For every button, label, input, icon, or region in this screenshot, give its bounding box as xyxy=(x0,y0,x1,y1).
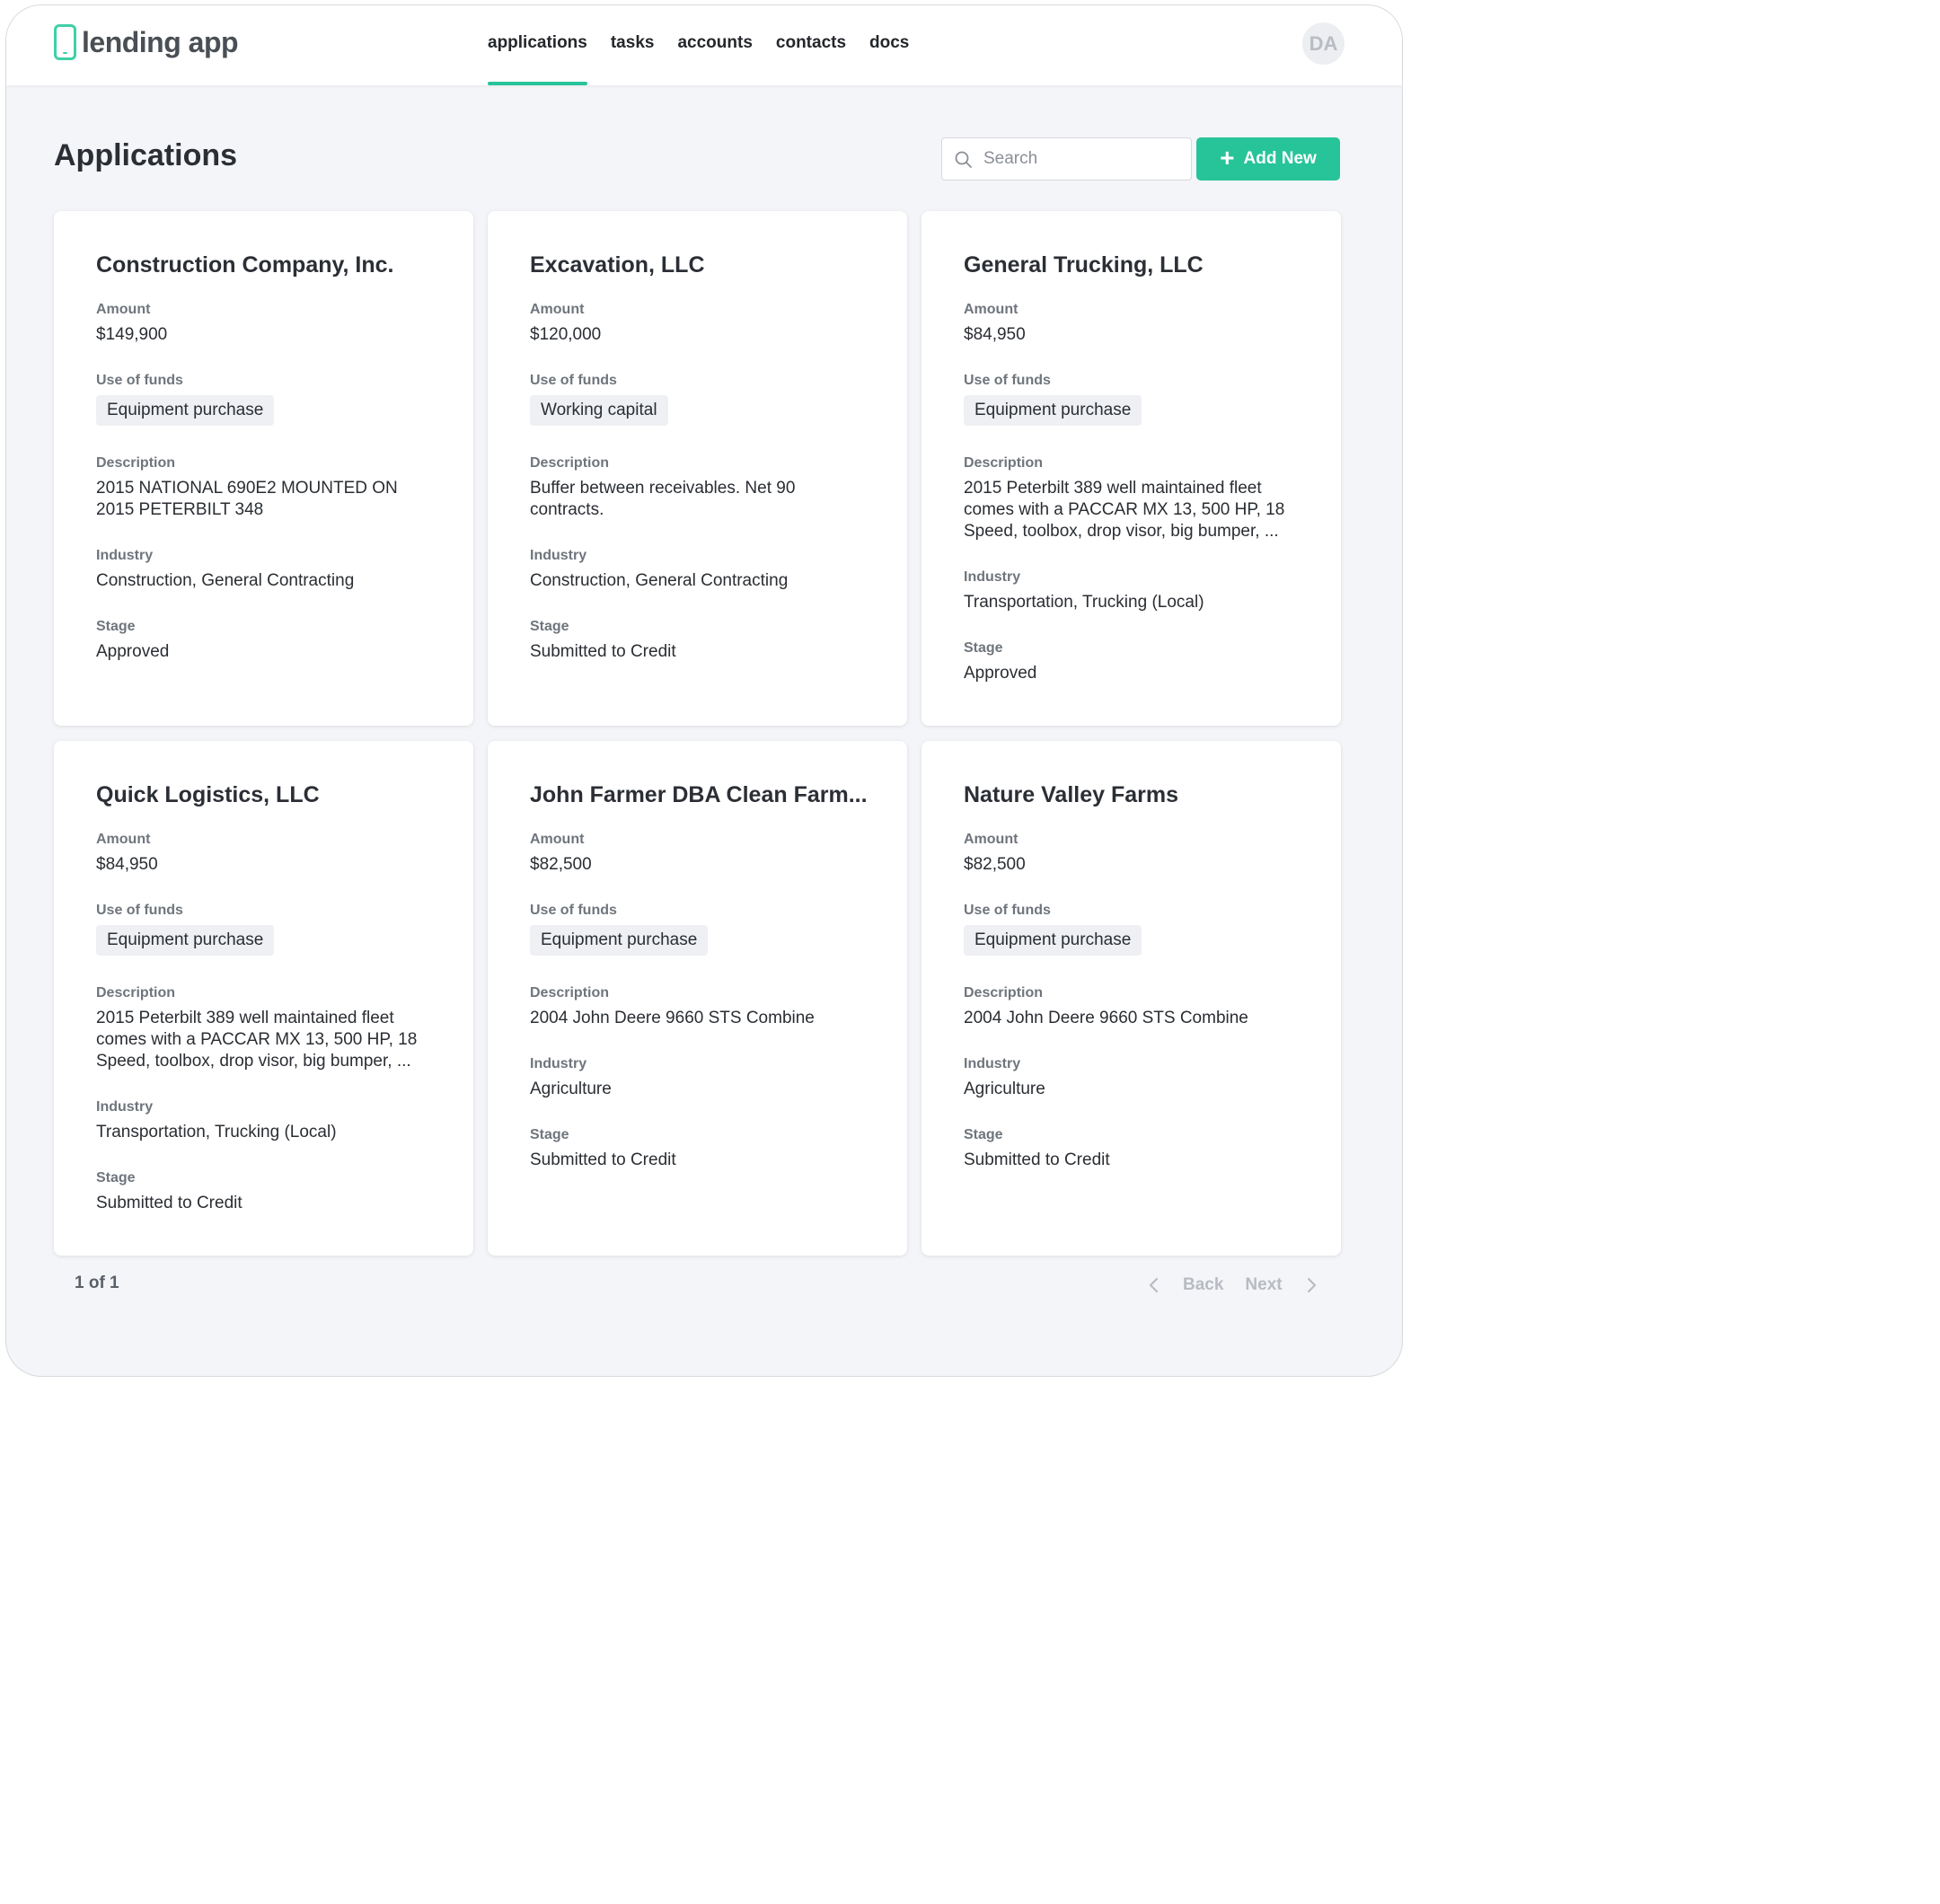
stage-label: Stage xyxy=(964,640,1003,656)
amount-value: $82,500 xyxy=(530,855,592,874)
phone-logo-icon xyxy=(54,24,76,60)
stage-value: Submitted to Credit xyxy=(964,1150,1110,1169)
industry-value: Agriculture xyxy=(964,1080,1045,1098)
company-name: Construction Company, Inc. xyxy=(96,252,394,278)
stage-label: Stage xyxy=(530,1127,569,1142)
stage-value: Submitted to Credit xyxy=(530,1150,676,1169)
amount-label: Amount xyxy=(530,302,585,317)
chevron-right-icon[interactable] xyxy=(1302,1276,1320,1294)
description-label: Description xyxy=(96,455,176,471)
description-value: 2015 Peterbilt 389 well maintained fleet… xyxy=(96,1009,418,1071)
main-nav: applications tasks accounts contacts doc… xyxy=(488,5,932,85)
use-of-funds-tag: Working capital xyxy=(530,395,668,426)
use-of-funds-label: Use of funds xyxy=(96,903,183,918)
search-box[interactable] xyxy=(941,137,1192,181)
industry-label: Industry xyxy=(96,548,154,563)
amount-label: Amount xyxy=(964,302,1018,317)
industry-value: Transportation, Trucking (Local) xyxy=(964,593,1204,612)
use-of-funds-tag: Equipment purchase xyxy=(964,925,1142,956)
amount-value: $84,950 xyxy=(964,325,1026,344)
app-window: lending app applications tasks accounts … xyxy=(5,4,1403,1377)
description-label: Description xyxy=(530,985,610,1000)
company-name: Nature Valley Farms xyxy=(964,782,1179,807)
nav-tab-accounts[interactable]: accounts xyxy=(677,5,752,85)
use-of-funds-label: Use of funds xyxy=(964,373,1051,388)
description-label: Description xyxy=(530,455,610,471)
amount-label: Amount xyxy=(96,832,151,847)
industry-label: Industry xyxy=(96,1099,154,1115)
nav-tab-applications[interactable]: applications xyxy=(488,5,587,85)
industry-label: Industry xyxy=(964,569,1021,585)
stage-label: Stage xyxy=(530,619,569,634)
industry-value: Agriculture xyxy=(530,1080,612,1098)
application-card[interactable]: Excavation, LLC Amount $120,000 Use of f… xyxy=(488,211,907,726)
application-card[interactable]: Quick Logistics, LLC Amount $84,950 Use … xyxy=(54,741,473,1256)
logo[interactable]: lending app xyxy=(54,23,239,61)
description-value: 2004 John Deere 9660 STS Combine xyxy=(964,1009,1248,1027)
description-value: Buffer between receivables. Net 90 contr… xyxy=(530,479,796,519)
stage-label: Stage xyxy=(96,1170,136,1186)
description-label: Description xyxy=(96,985,176,1000)
application-card[interactable]: Construction Company, Inc. Amount $149,9… xyxy=(54,211,473,726)
description-label: Description xyxy=(964,455,1044,471)
company-name: Excavation, LLC xyxy=(530,252,705,278)
stage-label: Stage xyxy=(96,619,136,634)
amount-value: $120,000 xyxy=(530,325,602,344)
nav-tab-contacts[interactable]: contacts xyxy=(776,5,846,85)
use-of-funds-tag: Equipment purchase xyxy=(530,925,709,956)
search-input[interactable] xyxy=(983,138,1186,180)
logo-text: lending app xyxy=(82,25,239,58)
industry-label: Industry xyxy=(964,1056,1021,1071)
application-card[interactable]: Nature Valley Farms Amount $82,500 Use o… xyxy=(922,741,1341,1256)
stage-value: Approved xyxy=(964,664,1037,683)
industry-value: Construction, General Contracting xyxy=(530,571,789,590)
add-new-label: Add New xyxy=(1243,149,1317,168)
use-of-funds-label: Use of funds xyxy=(530,373,617,388)
back-button[interactable]: Back xyxy=(1183,1275,1223,1295)
stage-value: Approved xyxy=(96,642,170,661)
page-count: 1 of 1 xyxy=(75,1274,119,1292)
description-value: 2004 John Deere 9660 STS Combine xyxy=(530,1009,815,1027)
industry-label: Industry xyxy=(530,548,587,563)
pagination: Back Next xyxy=(1145,1272,1320,1299)
plus-icon: + xyxy=(1220,143,1235,172)
amount-value: $84,950 xyxy=(96,855,158,874)
description-value: 2015 NATIONAL 690E2 MOUNTED ON 2015 PETE… xyxy=(96,479,398,519)
nav-tab-tasks[interactable]: tasks xyxy=(611,5,655,85)
use-of-funds-tag: Equipment purchase xyxy=(96,395,275,426)
description-label: Description xyxy=(964,985,1044,1000)
application-card[interactable]: John Farmer DBA Clean Farm... Amount $82… xyxy=(488,741,907,1256)
industry-label: Industry xyxy=(530,1056,587,1071)
amount-label: Amount xyxy=(964,832,1018,847)
user-avatar[interactable]: DA xyxy=(1302,22,1345,65)
amount-label: Amount xyxy=(96,302,151,317)
industry-value: Construction, General Contracting xyxy=(96,571,355,590)
company-name: General Trucking, LLC xyxy=(964,252,1204,278)
chevron-left-icon[interactable] xyxy=(1145,1276,1163,1294)
add-new-button[interactable]: + Add New xyxy=(1196,137,1340,181)
stage-label: Stage xyxy=(964,1127,1003,1142)
page-title: Applications xyxy=(54,138,238,172)
amount-value: $149,900 xyxy=(96,325,168,344)
use-of-funds-label: Use of funds xyxy=(964,903,1051,918)
stage-value: Submitted to Credit xyxy=(96,1194,242,1212)
search-icon xyxy=(955,151,972,168)
top-navbar: lending app applications tasks accounts … xyxy=(6,5,1402,85)
description-value: 2015 Peterbilt 389 well maintained fleet… xyxy=(964,479,1285,541)
amount-value: $82,500 xyxy=(964,855,1026,874)
use-of-funds-tag: Equipment purchase xyxy=(96,925,275,956)
stage-value: Submitted to Credit xyxy=(530,642,676,661)
company-name: Quick Logistics, LLC xyxy=(96,782,320,807)
use-of-funds-label: Use of funds xyxy=(96,373,183,388)
use-of-funds-label: Use of funds xyxy=(530,903,617,918)
next-button[interactable]: Next xyxy=(1245,1275,1282,1295)
company-name: John Farmer DBA Clean Farm... xyxy=(530,782,868,807)
application-card[interactable]: General Trucking, LLC Amount $84,950 Use… xyxy=(922,211,1341,726)
industry-value: Transportation, Trucking (Local) xyxy=(96,1123,337,1142)
use-of-funds-tag: Equipment purchase xyxy=(964,395,1142,426)
amount-label: Amount xyxy=(530,832,585,847)
nav-tab-docs[interactable]: docs xyxy=(869,5,909,85)
